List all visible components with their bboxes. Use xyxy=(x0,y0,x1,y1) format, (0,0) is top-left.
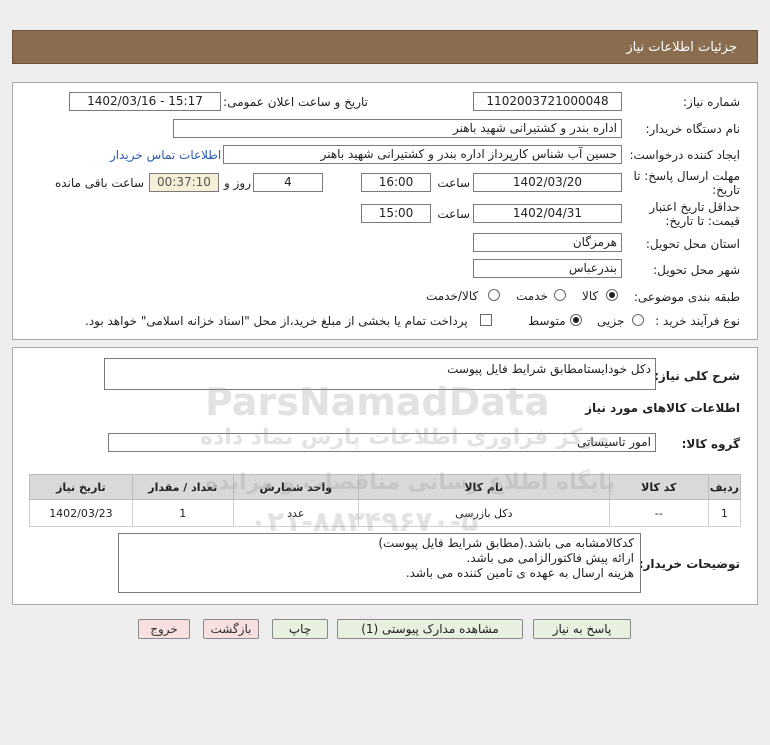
category-radio-goods[interactable] xyxy=(606,289,618,301)
days-label: روز و xyxy=(224,176,251,190)
attachments-button[interactable]: مشاهده مدارک پیوستی (1) xyxy=(337,619,523,639)
remaining-label: ساعت باقی مانده xyxy=(54,176,144,190)
deadline-time-field[interactable]: 16:00 xyxy=(361,173,431,192)
process-option-minor: جزیی xyxy=(597,314,625,328)
category-radio-goods-service[interactable] xyxy=(488,289,500,301)
category-label: طبقه بندی موضوعی: xyxy=(633,290,740,304)
back-button[interactable]: بازگشت xyxy=(203,619,259,639)
goods-info-heading: اطلاعات کالاهای مورد نیاز xyxy=(585,401,740,415)
reply-button[interactable]: پاسخ به نیاز xyxy=(533,619,631,639)
col-row: ردیف xyxy=(707,474,742,500)
announce-field[interactable]: 1402/03/16 - 15:17 xyxy=(69,92,221,111)
general-description-label: شرح کلی نیاز: xyxy=(654,369,740,383)
buyer-note-line: کدکالامشابه می باشد.(مطابق شرایط فایل پی… xyxy=(378,536,634,550)
goods-group-label: گروه کالا: xyxy=(681,437,740,451)
col-qty: تعداد / مقدار xyxy=(131,474,234,500)
cell-unit: عدد xyxy=(232,499,359,527)
buyer-notes-field[interactable]: کدکالامشابه می باشد.(مطابق شرایط فایل پی… xyxy=(118,533,641,593)
category-option-goods: کالا xyxy=(582,289,599,303)
general-description-field[interactable]: دکل خودایستامطابق شرایط فایل پیوست xyxy=(104,358,656,390)
province-label: استان محل تحویل: xyxy=(645,237,740,251)
goods-group-field[interactable]: امور تاسیساتی xyxy=(108,433,656,452)
category-option-service: خدمت xyxy=(516,289,548,303)
col-date: تاریخ نیاز xyxy=(29,474,133,500)
city-field[interactable]: بندرعباس xyxy=(473,259,622,278)
validity-label-2: قیمت: تا تاریخ: xyxy=(665,214,740,228)
buyer-org-label: نام دستگاه خریدار: xyxy=(645,122,741,136)
buyer-org-field[interactable]: اداره بندر و کشتیرانی شهید باهنر xyxy=(173,119,622,138)
province-field[interactable]: هرمزگان xyxy=(473,233,622,252)
deadline-date-field[interactable]: 1402/03/20 xyxy=(473,173,622,192)
deadline-time-label: ساعت xyxy=(437,176,470,190)
time-remaining-field: 00:37:10 xyxy=(149,173,219,192)
contact-buyer-link[interactable]: اطلاعات تماس خریدار xyxy=(110,148,221,162)
exit-button[interactable]: خروج xyxy=(138,619,190,639)
cell-code: -- xyxy=(608,499,709,527)
col-unit: واحد شمارش xyxy=(232,474,359,500)
process-option-medium: متوسط xyxy=(528,314,566,328)
days-remaining-field[interactable]: 4 xyxy=(253,173,323,192)
announce-label: تاریخ و ساعت اعلان عمومی: xyxy=(223,95,368,109)
need-number-label: شماره نیاز: xyxy=(683,95,740,109)
treasury-payment-note: پرداخت تمام یا بخشی از مبلغ خرید،از محل … xyxy=(85,314,468,328)
cell-qty: 1 xyxy=(131,499,234,527)
buyer-notes-label: توضیحات خریدار: xyxy=(638,557,740,571)
process-radio-medium[interactable] xyxy=(570,314,582,326)
items-table-header: ردیف کد کالا نام کالا واحد شمارش تعداد /… xyxy=(29,474,742,500)
city-label: شهر محل تحویل: xyxy=(653,263,740,277)
validity-date-field[interactable]: 1402/04/31 xyxy=(473,204,622,223)
process-radio-minor[interactable] xyxy=(632,314,644,326)
cell-date: 1402/03/23 xyxy=(29,499,133,527)
deadline-label-1: مهلت ارسال پاسخ: تا xyxy=(633,169,740,183)
window-title-bar: جزئیات اطلاعات نیاز xyxy=(12,30,758,64)
col-name: نام کالا xyxy=(357,474,610,500)
window-title: جزئیات اطلاعات نیاز xyxy=(626,40,737,55)
creator-label: ایجاد کننده درخواست: xyxy=(629,148,740,162)
cell-row: 1 xyxy=(707,499,742,527)
category-option-goods-service: کالا/خدمت xyxy=(426,289,479,303)
need-number-field[interactable]: 1102003721000048 xyxy=(473,92,622,111)
deadline-label-2: تاریخ: xyxy=(712,183,740,197)
buyer-note-line: هزینه ارسال به عهده ی تامین کننده می باش… xyxy=(405,566,634,580)
items-table: ردیف کد کالا نام کالا واحد شمارش تعداد /… xyxy=(29,474,742,527)
col-code: کد کالا xyxy=(608,474,709,500)
validity-label-1: حداقل تاریخ اعتبار xyxy=(649,200,740,214)
cell-name: دکل بازرسی xyxy=(357,499,610,527)
category-radio-service[interactable] xyxy=(554,289,566,301)
buyer-note-line: ارائه پیش فاکتورالزامی می باشد. xyxy=(466,551,634,565)
validity-time-label: ساعت xyxy=(437,207,470,221)
validity-time-field[interactable]: 15:00 xyxy=(361,204,431,223)
table-row[interactable]: 1 -- دکل بازرسی عدد 1 1402/03/23 xyxy=(29,499,742,527)
creator-field[interactable]: حسین آب شناس کارپرداز اداره بندر و کشتیر… xyxy=(223,145,622,164)
print-button[interactable]: چاپ xyxy=(272,619,328,639)
process-label: نوع فرآیند خرید : xyxy=(655,314,740,328)
treasury-payment-checkbox[interactable] xyxy=(480,314,492,326)
